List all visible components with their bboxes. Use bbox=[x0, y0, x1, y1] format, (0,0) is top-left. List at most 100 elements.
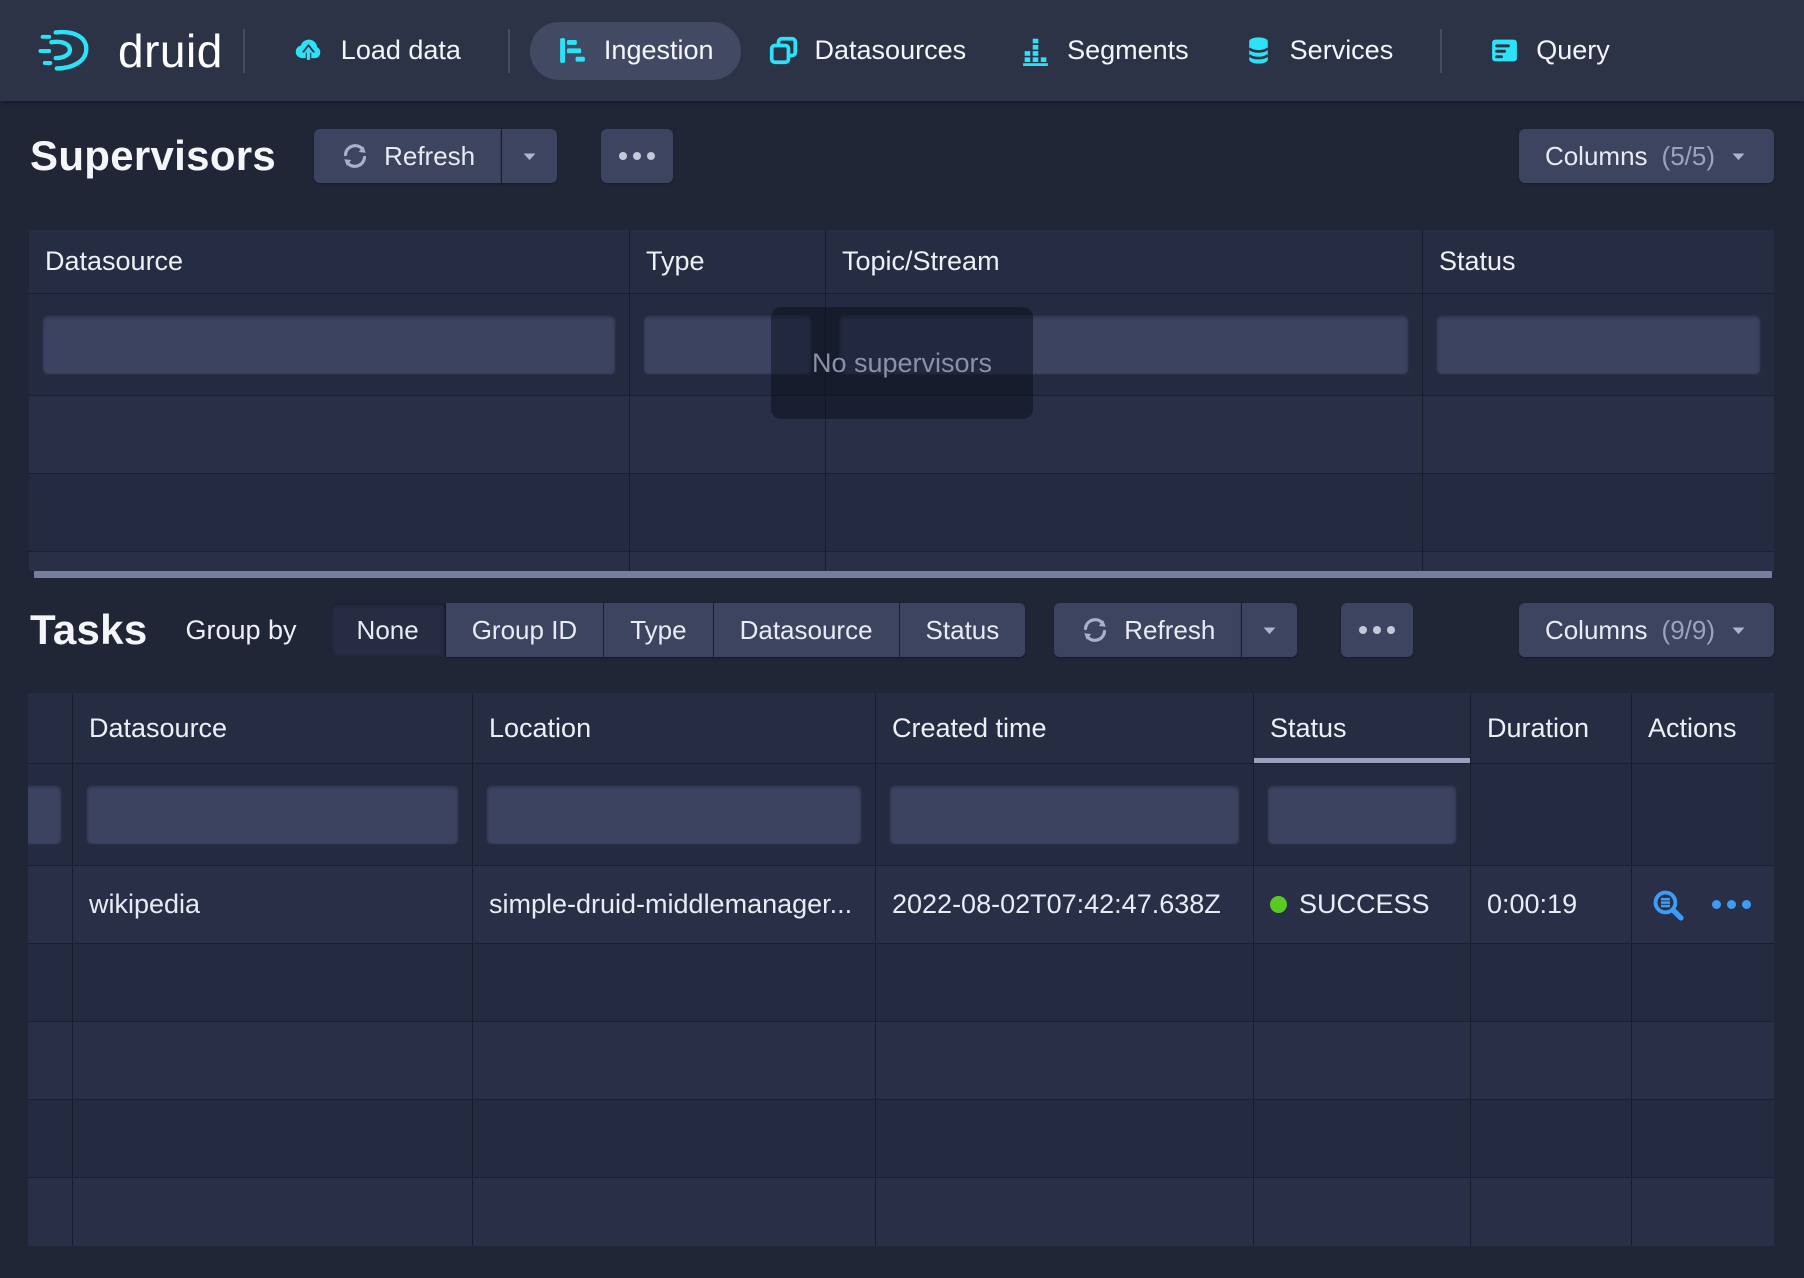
supervisors-refresh-split: Refresh bbox=[314, 129, 557, 183]
column-header-actions[interactable]: Actions bbox=[1632, 693, 1774, 763]
supervisors-title: Supervisors bbox=[30, 132, 276, 180]
top-navbar: druid Load data Ingestion Datasources bbox=[0, 0, 1804, 101]
task-status-cell: SUCCESS bbox=[1254, 866, 1471, 943]
supervisors-toolbar: Supervisors Refresh Columns bbox=[0, 129, 1804, 183]
supervisors-refresh-button[interactable]: Refresh bbox=[314, 129, 501, 183]
empty-table-row bbox=[28, 1099, 1774, 1177]
no-supervisors-overlay: No supervisors bbox=[771, 307, 1033, 419]
group-by-type-button[interactable]: Type bbox=[604, 603, 713, 657]
supervisors-header-row: Datasource Type Topic/Stream Status bbox=[29, 230, 1774, 293]
refresh-icon bbox=[1080, 615, 1110, 645]
column-header-type[interactable]: Type bbox=[630, 230, 826, 293]
columns-label: Columns bbox=[1545, 141, 1648, 172]
supervisors-horizontal-scrollbar[interactable] bbox=[34, 571, 1772, 578]
tasks-filter-location[interactable] bbox=[486, 785, 862, 845]
group-by-segmented-control: None Group ID Type Datasource Status bbox=[331, 603, 1026, 657]
tasks-table: Datasource Location Created time Status … bbox=[28, 693, 1774, 1246]
column-header-topic-stream[interactable]: Topic/Stream bbox=[826, 230, 1423, 293]
chevron-down-icon bbox=[1729, 147, 1748, 166]
task-created-time: 2022-08-02T07:42:47.638Z bbox=[876, 866, 1254, 943]
tasks-filter-row bbox=[28, 763, 1774, 865]
navbar-divider bbox=[508, 29, 510, 73]
upload-icon bbox=[292, 34, 325, 67]
nav-datasources[interactable]: Datasources bbox=[741, 22, 994, 80]
task-duration: 0:00:19 bbox=[1471, 866, 1632, 943]
columns-count: (9/9) bbox=[1662, 615, 1715, 646]
nav-services[interactable]: Services bbox=[1216, 22, 1421, 80]
magnifier-details-icon bbox=[1650, 887, 1686, 923]
chevron-down-icon bbox=[1260, 621, 1279, 640]
column-header-datasource[interactable]: Datasource bbox=[29, 230, 630, 293]
chevron-down-icon bbox=[1729, 621, 1748, 640]
tasks-refresh-button[interactable]: Refresh bbox=[1054, 603, 1241, 657]
ingestion-icon bbox=[557, 35, 588, 66]
columns-count: (5/5) bbox=[1662, 141, 1715, 172]
nav-query[interactable]: Query bbox=[1462, 22, 1637, 80]
group-by-status-button[interactable]: Status bbox=[900, 603, 1026, 657]
group-by-datasource-button[interactable]: Datasource bbox=[714, 603, 900, 657]
nav-ingestion[interactable]: Ingestion bbox=[530, 22, 741, 80]
empty-table-row bbox=[28, 1177, 1774, 1246]
tasks-filter-gutter[interactable] bbox=[28, 785, 62, 845]
nav-item-label: Services bbox=[1290, 35, 1394, 66]
supervisors-refresh-caret-button[interactable] bbox=[501, 129, 557, 183]
column-header-duration[interactable]: Duration bbox=[1471, 693, 1632, 763]
column-header-status-label: Status bbox=[1270, 713, 1347, 744]
nav-item-label: Load data bbox=[341, 35, 461, 66]
task-details-button[interactable] bbox=[1650, 887, 1686, 923]
column-header-status[interactable]: Status bbox=[1423, 230, 1774, 293]
refresh-icon bbox=[340, 141, 370, 171]
nav-item-label: Datasources bbox=[815, 35, 967, 66]
supervisors-filter-datasource[interactable] bbox=[42, 315, 616, 375]
query-icon bbox=[1489, 35, 1520, 66]
task-row-wikipedia[interactable]: wikipedia simple-druid-middlemanager... … bbox=[28, 865, 1774, 943]
group-by-label: Group by bbox=[185, 615, 296, 646]
task-status: SUCCESS bbox=[1299, 889, 1430, 920]
refresh-label: Refresh bbox=[1124, 615, 1215, 646]
tasks-columns-button[interactable]: Columns (9/9) bbox=[1519, 603, 1774, 657]
tasks-more-button[interactable] bbox=[1341, 603, 1413, 657]
more-icon bbox=[1712, 900, 1751, 909]
tasks-refresh-split: Refresh bbox=[1054, 603, 1297, 657]
tasks-toolbar: Tasks Group by None Group ID Type Dataso… bbox=[0, 603, 1804, 657]
druid-logo-icon bbox=[38, 27, 104, 75]
segments-icon bbox=[1020, 35, 1051, 66]
task-actions-cell bbox=[1632, 866, 1774, 943]
empty-table-row bbox=[29, 473, 1774, 551]
empty-table-row bbox=[28, 1021, 1774, 1099]
task-more-actions-button[interactable] bbox=[1712, 900, 1751, 909]
tasks-refresh-caret-button[interactable] bbox=[1241, 603, 1297, 657]
supervisors-more-button[interactable] bbox=[601, 129, 673, 183]
no-supervisors-message: No supervisors bbox=[812, 348, 992, 379]
tasks-filter-created-time[interactable] bbox=[889, 785, 1240, 845]
empty-table-row bbox=[29, 551, 1774, 571]
column-header-gutter bbox=[28, 693, 73, 763]
brand-name: druid bbox=[118, 24, 223, 78]
more-icon bbox=[1359, 626, 1395, 634]
column-header-created-time[interactable]: Created time bbox=[876, 693, 1254, 763]
nav-load-data[interactable]: Load data bbox=[265, 22, 488, 80]
refresh-label: Refresh bbox=[384, 141, 475, 172]
columns-label: Columns bbox=[1545, 615, 1648, 646]
column-header-datasource[interactable]: Datasource bbox=[73, 693, 473, 763]
datasources-icon bbox=[768, 35, 799, 66]
column-header-status[interactable]: Status bbox=[1254, 693, 1471, 763]
group-by-none-button[interactable]: None bbox=[331, 603, 446, 657]
tasks-filter-status[interactable] bbox=[1267, 785, 1457, 845]
tasks-header-row: Datasource Location Created time Status … bbox=[28, 693, 1774, 763]
supervisors-columns-button[interactable]: Columns (5/5) bbox=[1519, 129, 1774, 183]
sort-indicator bbox=[1254, 758, 1470, 763]
column-header-location[interactable]: Location bbox=[473, 693, 876, 763]
nav-item-label: Segments bbox=[1067, 35, 1189, 66]
success-status-dot bbox=[1270, 896, 1287, 913]
druid-logo[interactable]: druid bbox=[38, 24, 223, 78]
navbar-divider bbox=[1440, 29, 1442, 73]
tasks-title: Tasks bbox=[30, 606, 147, 654]
nav-item-label: Query bbox=[1536, 35, 1610, 66]
nav-segments[interactable]: Segments bbox=[993, 22, 1216, 80]
supervisors-filter-status[interactable] bbox=[1436, 315, 1761, 375]
more-icon bbox=[619, 152, 655, 160]
navbar-divider bbox=[243, 29, 245, 73]
group-by-group-id-button[interactable]: Group ID bbox=[446, 603, 605, 657]
tasks-filter-datasource[interactable] bbox=[86, 785, 459, 845]
